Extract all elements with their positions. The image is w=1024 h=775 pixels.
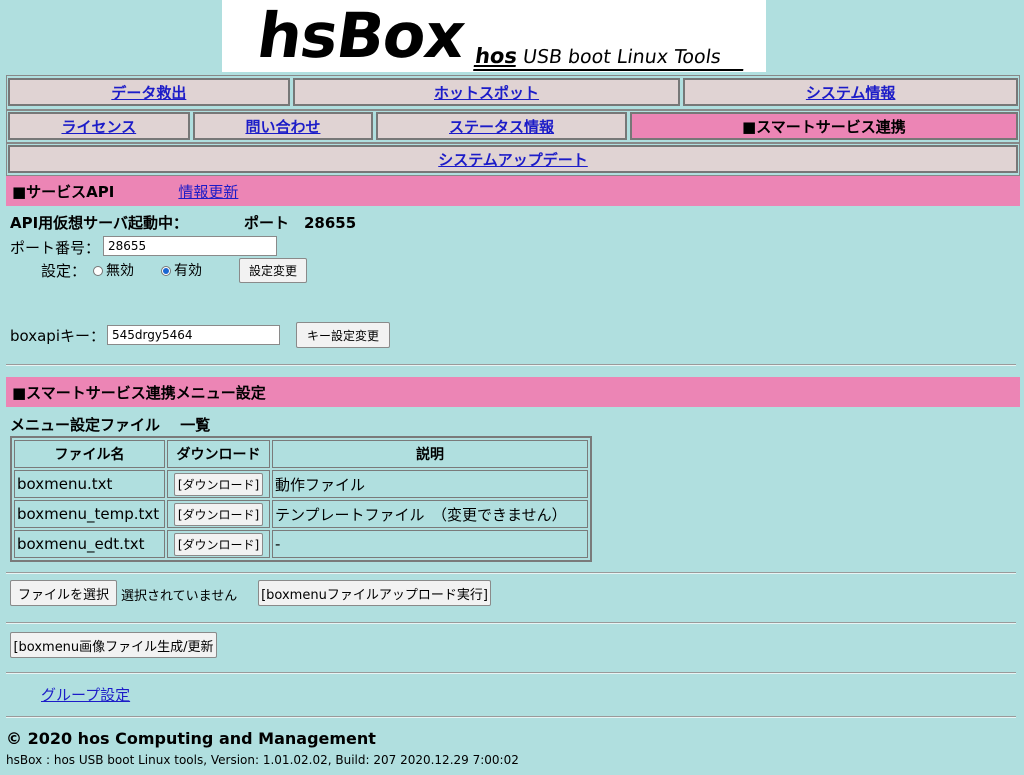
download-button[interactable]: [ダウンロード] xyxy=(173,472,264,496)
boxapi-key-input[interactable]: 545drgy5464 xyxy=(107,325,280,345)
nav-data-rescue-link[interactable]: データ救出 xyxy=(111,82,186,103)
setting-label: 設定： xyxy=(41,262,87,280)
logo-subtitle-rest: USB boot Linux Tools xyxy=(515,46,723,68)
upload-menu-file-button[interactable]: [boxmenuファイルアップロード実行] xyxy=(258,580,491,606)
col-description: 説明 xyxy=(272,440,588,468)
file-name: boxmenu_temp.txt xyxy=(14,500,165,528)
logo-title: hsBox xyxy=(252,0,470,72)
menu-file-list-title: メニュー設定ファイル 一覧 xyxy=(10,416,211,434)
file-description: テンプレートファイル （変更できません） xyxy=(272,500,588,528)
download-cell: [ダウンロード] xyxy=(167,530,270,558)
download-button[interactable]: [ダウンロード] xyxy=(173,532,264,556)
logo-banner: hsBox hos USB boot Linux Tools xyxy=(222,0,766,72)
divider xyxy=(6,622,1016,624)
nav-smart-service-label: ■スマートサービス連携 xyxy=(742,117,906,136)
table-row: boxmenu_edt.txt [ダウンロード] - xyxy=(14,530,588,558)
divider xyxy=(6,672,1016,674)
nav-license-link[interactable]: ライセンス xyxy=(61,116,136,137)
menu-settings-header: ■スマートサービス連携メニュー設定 xyxy=(6,377,1020,407)
nav-row-2: ライセンス 問い合わせ ステータス情報 ■スマートサービス連携 xyxy=(6,112,1020,140)
port-number-input[interactable]: 28655 xyxy=(103,236,277,256)
api-port-status: ポート 28655 xyxy=(244,214,357,232)
table-header-row: ファイル名 ダウンロード 説明 xyxy=(14,440,588,468)
option-disabled[interactable]: 無効 xyxy=(93,260,134,280)
table-row: boxmenu.txt [ダウンロード] 動作ファイル xyxy=(14,470,588,498)
apply-setting-button[interactable]: 設定変更 xyxy=(239,258,307,283)
nav-contact[interactable]: 問い合わせ xyxy=(192,112,374,140)
file-name: boxmenu.txt xyxy=(14,470,165,498)
menu-file-table: ファイル名 ダウンロード 説明 boxmenu.txt [ダウンロード] 動作フ… xyxy=(10,436,592,562)
nav-license[interactable]: ライセンス xyxy=(8,112,190,140)
boxapi-key-label: boxapiキー： xyxy=(10,327,105,345)
file-name: boxmenu_edt.txt xyxy=(14,530,165,558)
download-cell: [ダウンロード] xyxy=(167,470,270,498)
nav-system-update-link[interactable]: システムアップデート xyxy=(438,149,588,170)
footer-copyright: © 2020 hos Computing and Management xyxy=(6,729,376,748)
option-enabled[interactable]: 有効 xyxy=(161,260,202,280)
nav-hotspot[interactable]: ホットスポット xyxy=(292,78,681,106)
nav-status-info[interactable]: ステータス情報 xyxy=(376,112,627,140)
nav-system-info[interactable]: システム情報 xyxy=(683,78,1018,106)
col-filename: ファイル名 xyxy=(14,440,165,468)
refresh-info-link[interactable]: 情報更新 xyxy=(178,181,238,202)
group-settings-link[interactable]: グループ設定 xyxy=(41,684,130,705)
logo-subtitle: hos USB boot Linux Tools xyxy=(473,44,747,71)
file-description: 動作ファイル xyxy=(272,470,588,498)
table-row: boxmenu_temp.txt [ダウンロード] テンプレートファイル （変更… xyxy=(14,500,588,528)
nav-row-1: データ救出 ホットスポット システム情報 xyxy=(6,78,1020,106)
nav-hotspot-link[interactable]: ホットスポット xyxy=(434,82,539,103)
download-button[interactable]: [ダウンロード] xyxy=(173,502,264,526)
change-key-button[interactable]: キー設定変更 xyxy=(296,322,390,348)
divider xyxy=(6,716,1016,718)
service-api-title: ■サービスAPI xyxy=(12,182,115,201)
menu-settings-title: ■スマートサービス連携メニュー設定 xyxy=(12,383,266,402)
option-enabled-label: 有効 xyxy=(174,263,202,279)
logo-subtitle-bold: hos xyxy=(473,44,519,68)
radio-disabled[interactable] xyxy=(93,266,103,276)
nav-system-update[interactable]: システムアップデート xyxy=(8,145,1018,173)
generate-menu-images-button[interactable]: [boxmenu画像ファイル生成/更新 xyxy=(10,632,217,658)
nav-data-rescue[interactable]: データ救出 xyxy=(8,78,290,106)
divider xyxy=(6,572,1016,574)
download-cell: [ダウンロード] xyxy=(167,500,270,528)
nav-contact-link[interactable]: 問い合わせ xyxy=(245,116,320,137)
nav-status-info-link[interactable]: ステータス情報 xyxy=(449,116,554,137)
option-disabled-label: 無効 xyxy=(106,263,134,279)
file-description: - xyxy=(272,530,588,558)
footer-version: hsBox : hos USB boot Linux tools, Versio… xyxy=(6,753,519,767)
radio-enabled[interactable] xyxy=(161,266,171,276)
no-file-selected-text: 選択されていません xyxy=(121,589,238,604)
service-api-header: ■サービスAPI 情報更新 xyxy=(6,176,1020,206)
api-server-status: API用仮想サーバ起動中： xyxy=(10,214,189,232)
col-download: ダウンロード xyxy=(167,440,270,468)
port-number-label: ポート番号： xyxy=(10,239,101,257)
nav-smart-service[interactable]: ■スマートサービス連携 xyxy=(629,112,1018,140)
choose-file-button[interactable]: ファイルを選択 xyxy=(10,580,117,606)
nav-row-3: システムアップデート xyxy=(6,145,1020,173)
nav-system-info-link[interactable]: システム情報 xyxy=(806,82,896,103)
divider xyxy=(6,364,1016,366)
